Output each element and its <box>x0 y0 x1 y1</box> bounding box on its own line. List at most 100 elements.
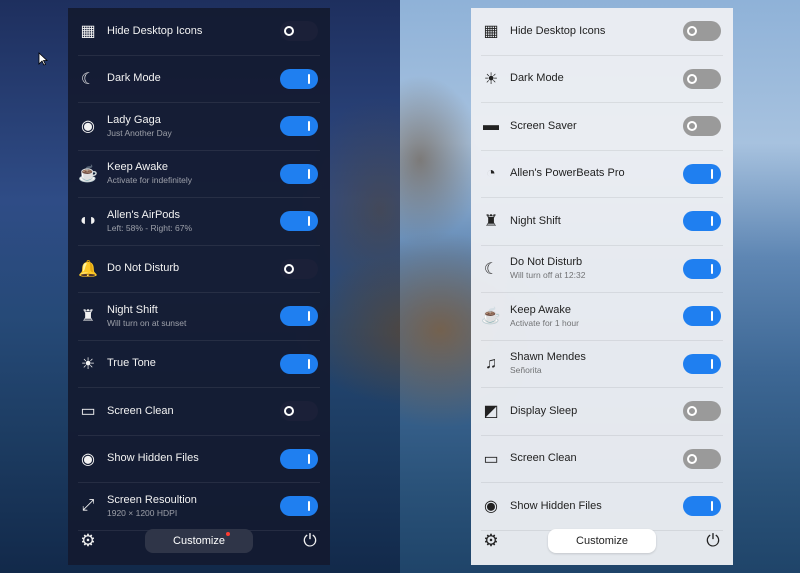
toggle-switch[interactable] <box>683 306 721 327</box>
toggle-switch[interactable] <box>280 68 318 89</box>
sun-icon: ☀ <box>80 355 96 373</box>
coffee-icon: ☕ <box>481 308 501 326</box>
customize-button[interactable]: Customize <box>145 529 253 553</box>
laptop-clean-icon: ▭ <box>483 450 499 468</box>
list-item: ♜ Night Shift Will turn on at sunset <box>78 293 320 341</box>
list-item: ☾ Do Not Disturb Will turn off at 12:32 <box>481 246 723 293</box>
display-sleep-icon: ◩ <box>483 403 499 421</box>
item-label: True Tone <box>107 357 156 370</box>
item-label: Dark Mode <box>510 72 564 85</box>
customize-button[interactable]: Customize <box>548 529 656 553</box>
item-subtitle: Will turn on at sunset <box>107 317 187 328</box>
toggle-switch[interactable] <box>280 306 318 327</box>
menu-panel-light: ▦ Hide Desktop Icons ☀ Dark Mode ▬ Screen Sav… <box>471 8 733 565</box>
item-label: Keep Awake <box>510 303 571 316</box>
list-item: ☕ Keep Awake Activate for 1 hour <box>481 293 723 341</box>
list-item: ▭ Screen Clean <box>78 388 320 436</box>
moon-icon: ☾ <box>483 260 499 278</box>
toggle-switch[interactable] <box>280 448 318 469</box>
toggle-switch[interactable] <box>280 401 318 422</box>
list-item: ♜ Night Shift <box>481 198 723 246</box>
moon-icon: ☾ <box>80 70 96 88</box>
item-label: Lady Gaga <box>107 113 161 126</box>
panel-footer: ⚙ Customize ⏻ <box>78 527 320 555</box>
item-label: Do Not Disturb <box>107 262 180 275</box>
toggle-switch[interactable] <box>280 163 318 184</box>
item-label: Night Shift <box>107 303 158 316</box>
spotify-icon: ◉ <box>81 118 95 136</box>
item-label: Allen's AirPods <box>107 208 181 221</box>
grid-icon: ▦ <box>483 23 499 41</box>
item-label: Do Not Disturb <box>510 256 583 269</box>
item-label: Display Sleep <box>510 404 578 417</box>
item-label: Hide Desktop Icons <box>510 24 606 37</box>
list-item: ☀ Dark Mode <box>481 56 723 103</box>
bell-icon: 🔔 <box>78 260 98 278</box>
item-label: Screen Clean <box>510 452 577 465</box>
airpods-icon: ◖◗ <box>78 212 98 230</box>
item-label: Shawn Mendes <box>510 351 586 364</box>
toggle-switch[interactable] <box>683 211 721 232</box>
item-subtitle: Señorita <box>510 365 542 376</box>
list-item: ⤢ Screen Resoultion 1920 × 1200 HDPI <box>78 483 320 531</box>
list-item: ♫ Shawn Mendes Señorita <box>481 341 723 388</box>
toggle-switch[interactable] <box>683 116 721 137</box>
item-subtitle: Will turn off at 12:32 <box>510 270 586 281</box>
laptop-clean-icon: ▭ <box>80 403 96 421</box>
toggle-switch[interactable] <box>683 496 721 517</box>
music-icon: ♫ <box>485 354 497 372</box>
list-item: 🔔 Do Not Disturb <box>78 246 320 293</box>
panel-footer: ⚙ Customize ⏻ <box>481 527 723 555</box>
item-label: Show Hidden Files <box>510 499 602 512</box>
toggle-switch[interactable] <box>280 116 318 137</box>
lamp-icon: ♜ <box>483 213 499 231</box>
item-label: Night Shift <box>510 214 561 227</box>
lamp-icon: ♜ <box>80 308 96 326</box>
list-item: ▬ Screen Saver <box>481 103 723 151</box>
list-item: ◖◗ Allen's AirPods Left: 58% - Right: 67% <box>78 198 320 246</box>
list-item: ▦ Hide Desktop Icons <box>78 8 320 56</box>
list-item: ▭ Screen Clean <box>481 436 723 483</box>
toggle-switch[interactable] <box>280 496 318 517</box>
list-item: ◉ Show Hidden Files <box>481 483 723 531</box>
gear-icon[interactable]: ⚙ <box>78 531 98 551</box>
item-label: Screen Saver <box>510 119 577 132</box>
eye-icon: ◉ <box>484 498 498 516</box>
eye-icon: ◉ <box>81 450 95 468</box>
notification-dot <box>226 532 230 536</box>
toggle-switch[interactable] <box>280 353 318 374</box>
resolution-icon: ⤢ <box>81 497 95 515</box>
grid-icon: ▦ <box>80 23 96 41</box>
list-item: ☾ Dark Mode <box>78 56 320 103</box>
toggle-switch[interactable] <box>280 21 318 42</box>
toggle-switch[interactable] <box>683 21 721 42</box>
mouse-cursor-icon <box>38 52 48 66</box>
item-subtitle: Activate for indefinitely <box>107 175 193 186</box>
menu-panel-dark: ▦ Hide Desktop Icons ☾ Dark Mode ◉ Lady Gaga J… <box>68 8 330 565</box>
screen-saver-icon: ▬ <box>483 117 499 135</box>
sun-icon: ☀ <box>483 70 499 88</box>
power-icon[interactable]: ⏻ <box>703 531 723 551</box>
list-item: ☕ Keep Awake Activate for indefinitely <box>78 151 320 198</box>
gear-icon[interactable]: ⚙ <box>481 531 501 551</box>
list-item: ☀ True Tone <box>78 341 320 388</box>
power-icon[interactable]: ⏻ <box>300 531 320 551</box>
item-subtitle: Activate for 1 hour <box>510 317 579 328</box>
item-label: Screen Resoultion <box>107 493 197 506</box>
toggle-switch[interactable] <box>683 163 721 184</box>
toggle-switch[interactable] <box>683 448 721 469</box>
list-item: ◉ Show Hidden Files <box>78 436 320 483</box>
item-label: Screen Clean <box>107 404 174 417</box>
list-item: ◉ Lady Gaga Just Another Day <box>78 103 320 151</box>
toggle-switch[interactable] <box>683 401 721 422</box>
list-item: ▦ Hide Desktop Icons <box>481 8 723 56</box>
item-label: Keep Awake <box>107 161 168 174</box>
toggle-switch[interactable] <box>683 68 721 89</box>
toggle-switch[interactable] <box>683 353 721 374</box>
toggle-switch[interactable] <box>280 258 318 279</box>
toggle-switch[interactable] <box>683 258 721 279</box>
earbuds-icon: ◔ <box>486 164 496 182</box>
toggle-switch[interactable] <box>280 211 318 232</box>
coffee-icon: ☕ <box>78 165 98 183</box>
item-label: Show Hidden Files <box>107 452 199 465</box>
